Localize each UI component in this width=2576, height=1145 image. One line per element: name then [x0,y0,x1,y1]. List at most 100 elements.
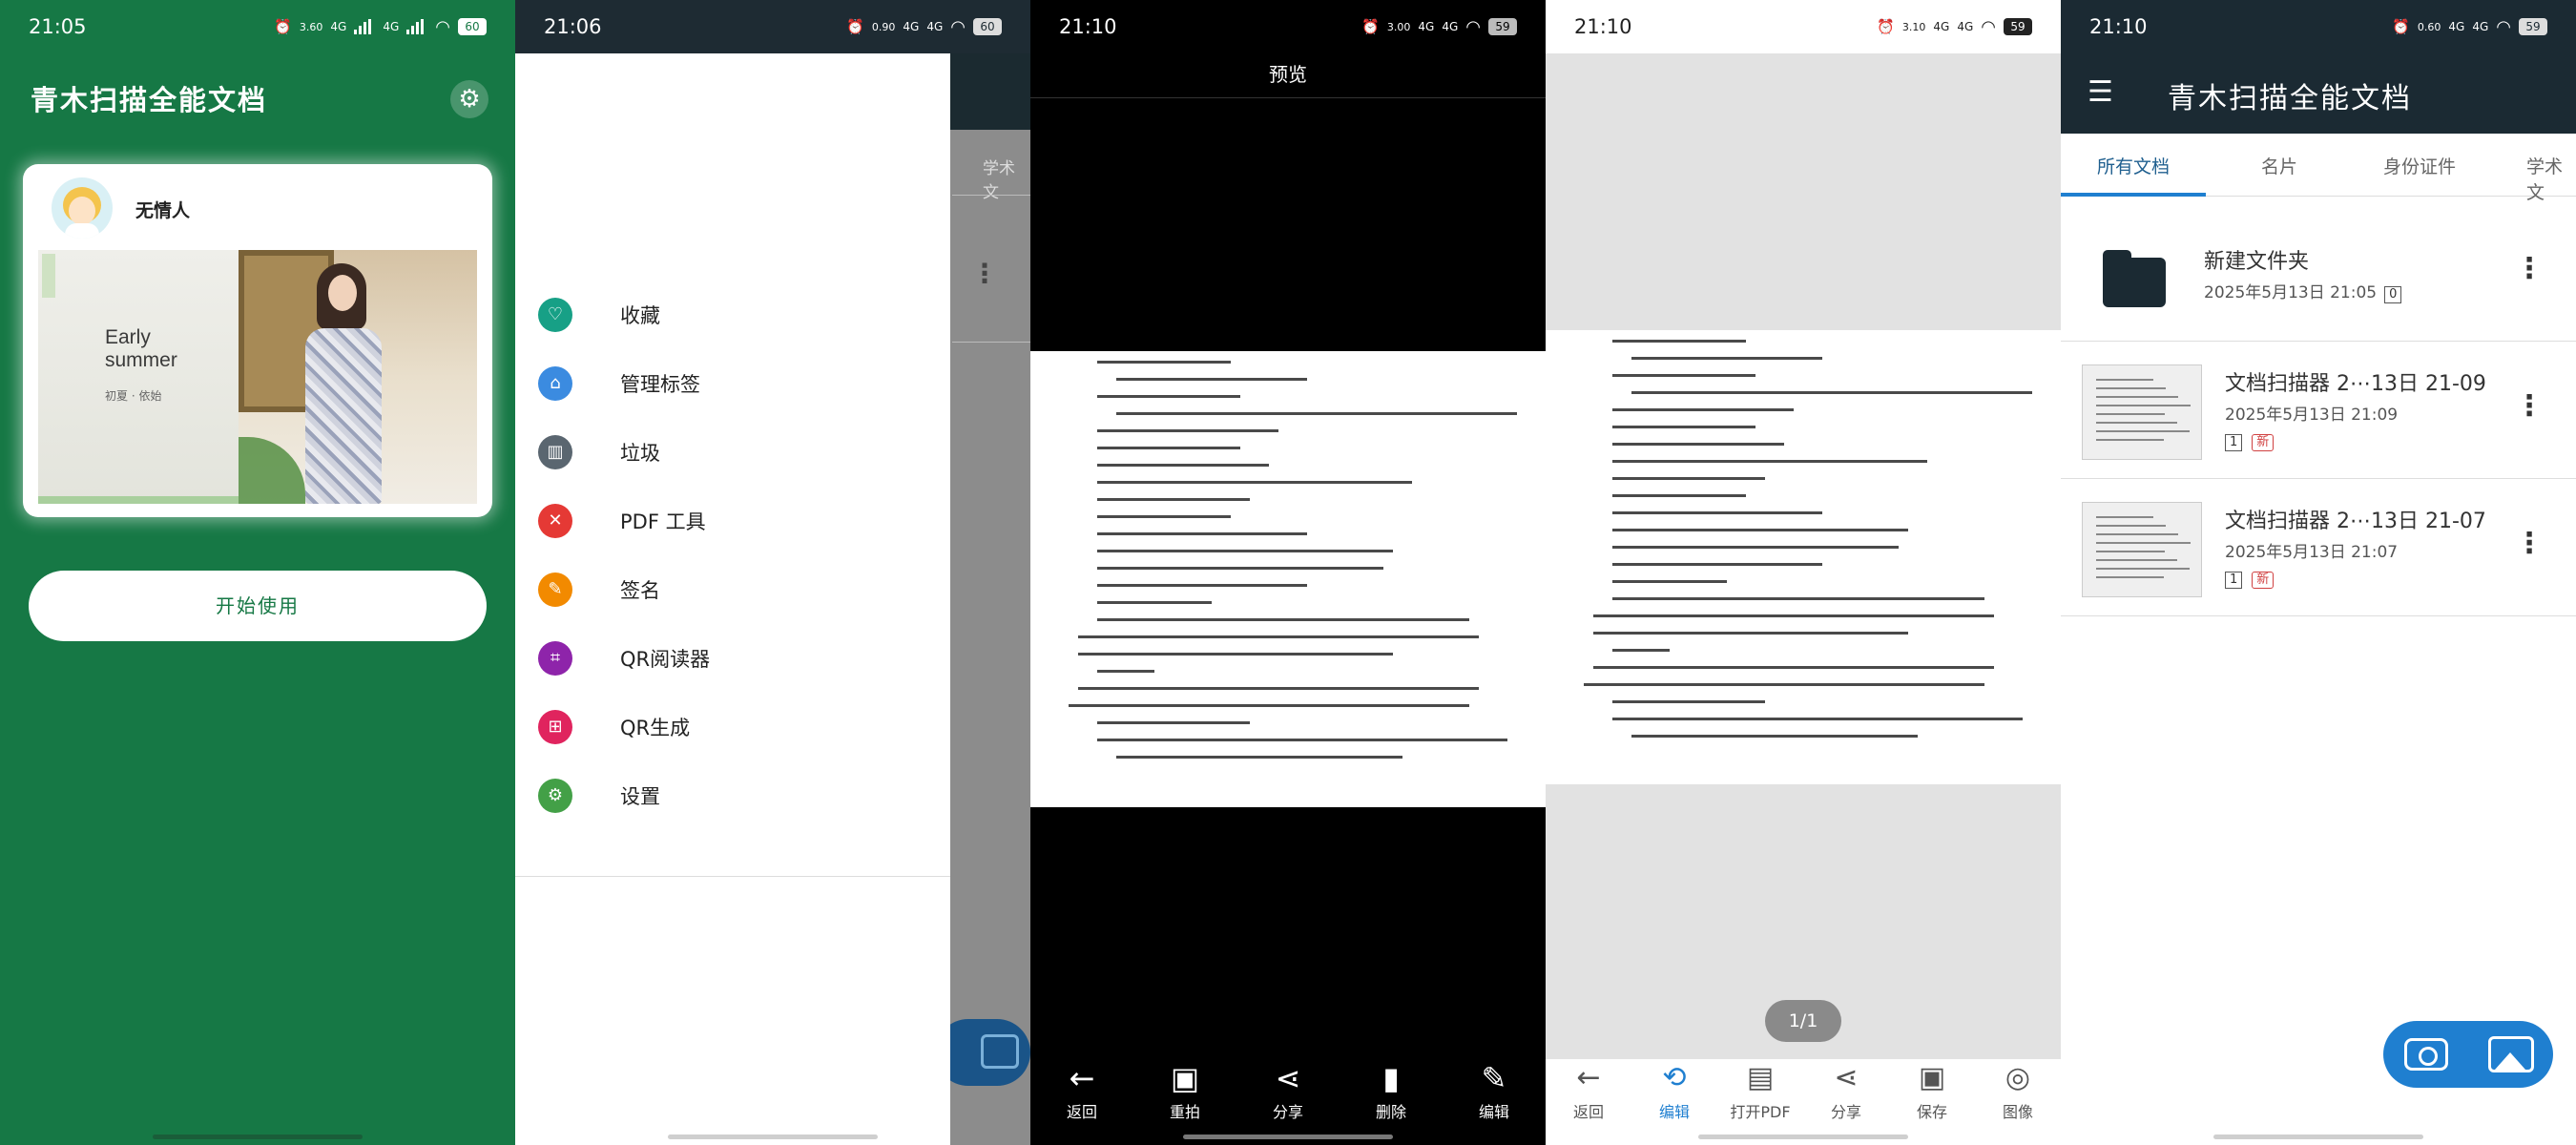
arrow-left-icon: ← [1576,1061,1601,1094]
document-text-line [1097,395,1240,398]
nav-handle[interactable] [2213,1135,2423,1139]
status-icons: ⏰ 3.60 4G 4G ◠ 60 [274,17,487,37]
document-text-line [1097,670,1154,673]
settings-icon[interactable]: ⚙ [450,80,488,118]
more-icon[interactable]: ⋮ [2515,527,2544,560]
signal-icon-2 [406,19,427,34]
drawer-item[interactable]: ⊞ QR生成 [538,708,690,746]
navigation-drawer: ♡ 收藏 ⌂ 管理标签 ▥ 垃圾 ✕ PDF 工具 ✎ 签名 ⌗ QR阅读器 ⊞ QR生成 ⚙ 设置 [515,53,950,1145]
alarm-icon: ⏰ [2392,18,2410,35]
editor-image-button[interactable]: ◎ 图像 [1975,1059,2061,1145]
gallery-button[interactable] [2468,1021,2553,1088]
banner-photo [239,250,477,504]
network-speed: 3.10 [1901,20,1926,33]
drawer-item-label: PDF 工具 [620,510,706,533]
banner-image: Early summer 初夏 · 依始 [38,250,477,504]
button-label: 打开PDF [1730,1103,1791,1121]
thumbnail-line [2096,396,2178,398]
document-text-line [1097,515,1231,518]
document-row[interactable]: 文档扫描器 2⋯13日 21-09 2025年5月13日 21:09 1 新 ⋮ [2061,342,2576,479]
document-text-line [1612,426,1755,428]
nav-handle[interactable] [1698,1135,1908,1139]
status-bar: 21:10 ⏰ 3.10 4G 4G ◠ 59 [1546,0,2061,53]
document-text-line [1097,721,1250,724]
drawer-item[interactable]: ⌂ 管理标签 [538,364,700,403]
category-tabs: 所有文档 名片 身份证件 学术文 [2061,134,2576,203]
wifi-icon: ◠ [1465,16,1481,37]
status-bar: 21:10 ⏰ 3.00 4G 4G ◠ 59 [1030,0,1546,53]
folder-row[interactable]: 新建文件夹 2025年5月13日 21:05 0 ⋮ [2061,204,2576,342]
document-row[interactable]: 文档扫描器 2⋯13日 21-07 2025年5月13日 21:07 1 新 ⋮ [2061,479,2576,616]
tab-all-documents[interactable]: 所有文档 [2097,153,2170,178]
page-count: 1 [2225,572,2243,589]
thumbnail-line [2096,559,2177,561]
document-text-line [1612,718,2023,720]
document-text-line [1612,374,1755,377]
document-text-line [1612,511,1822,514]
network-type-2: 4G [926,20,944,33]
divider [952,342,1030,343]
drawer-item[interactable]: ✕ PDF 工具 [538,502,706,540]
status-icons: ⏰ 3.10 4G 4G ◠ 59 [1877,17,2032,37]
preview-arrow-left-button[interactable]: ← 返回 [1030,1059,1133,1145]
drawer-item[interactable]: ♡ 收藏 [538,296,660,334]
drawer-item[interactable]: ▥ 垃圾 [538,433,660,471]
scanned-document[interactable] [1546,330,2061,784]
editor-save-button[interactable]: ▣ 保存 [1889,1059,1975,1145]
network-type-2: 4G [1957,20,1974,33]
app-title: 青木扫描全能文档 [31,84,268,116]
tab-academic[interactable]: 学术文 [2526,153,2576,204]
drawer-screen: 21:06 ⏰ 0.90 4G 4G ◠ 60 学术文 ⋮ ♡ 收藏 ⌂ 管理标签 ▥ 垃… [515,0,1030,1145]
more-icon[interactable]: ⋮ [2515,252,2544,285]
tab-business-cards[interactable]: 名片 [2261,153,2297,178]
document-text-line [1097,739,1507,741]
preview-delete-button[interactable]: ▮ 删除 [1340,1059,1443,1145]
wifi-icon: ◠ [435,16,450,37]
preview-share-button[interactable]: ⋖ 分享 [1236,1059,1340,1145]
document-text-line [1097,447,1240,449]
start-button[interactable]: 开始使用 [29,571,487,641]
tab-id-documents[interactable]: 身份证件 [2383,153,2456,178]
drawer-item[interactable]: ⚙ 设置 [538,777,660,815]
document-text-line [1631,391,2032,394]
drawer-item[interactable]: ⌗ QR阅读器 [538,639,710,677]
editor-crop-button[interactable]: ⟲ 编辑 [1631,1059,1717,1145]
menu-icon[interactable]: ☰ [2088,78,2113,107]
drawer-item[interactable]: ✎ 签名 [538,571,660,609]
preview-toolbar: ← 返回 ▣ 重拍 ⋖ 分享 ▮ 删除 ✎ 编辑 [1030,1059,1546,1145]
battery-icon: 60 [973,18,1002,35]
heart-icon: ♡ [538,298,572,332]
editor-arrow-left-button[interactable]: ← 返回 [1546,1059,1631,1145]
status-icons: ⏰ 0.60 4G 4G ◠ 59 [2392,17,2547,37]
preview-edit-button[interactable]: ✎ 编辑 [1443,1059,1546,1145]
drawer-item-label: 收藏 [620,304,660,327]
document-text-line [1593,614,1994,617]
document-text-line [1612,563,1822,566]
nav-handle[interactable] [153,1135,363,1139]
editor-pdf-button[interactable]: ▤ 打开PDF [1717,1059,1803,1145]
network-type-2: 4G [383,20,400,33]
delete-icon: ▮ [1382,1060,1400,1096]
pdf-icon: ▤ [1746,1061,1775,1094]
status-icons: ⏰ 0.90 4G 4G ◠ 60 [846,17,1002,37]
status-time: 21:10 [2089,15,2148,38]
nav-handle[interactable] [1183,1135,1393,1139]
status-bar: 21:05 ⏰ 3.60 4G 4G ◠ 60 [0,0,515,53]
document-text-line [1097,481,1412,484]
thumbnail-line [2096,405,2191,406]
more-icon[interactable]: ⋮ [2515,389,2544,423]
new-badge: 新 [2252,572,2275,589]
camera-button[interactable] [2383,1021,2468,1088]
editor-share-button[interactable]: ⋖ 分享 [1803,1059,1889,1145]
button-label: 保存 [1916,1103,1947,1121]
preview-retake-button[interactable]: ▣ 重拍 [1133,1059,1236,1145]
share-icon: ⋖ [1275,1060,1301,1096]
avatar[interactable] [52,177,113,239]
page-count: 1 [2225,434,2243,451]
button-label: 删除 [1375,1103,1406,1121]
qr-reader-icon: ⌗ [538,641,572,676]
document-text-line [1593,632,1908,635]
document-text-line [1584,683,1984,686]
nav-handle[interactable] [668,1135,878,1139]
share-icon: ⋖ [1834,1061,1859,1094]
